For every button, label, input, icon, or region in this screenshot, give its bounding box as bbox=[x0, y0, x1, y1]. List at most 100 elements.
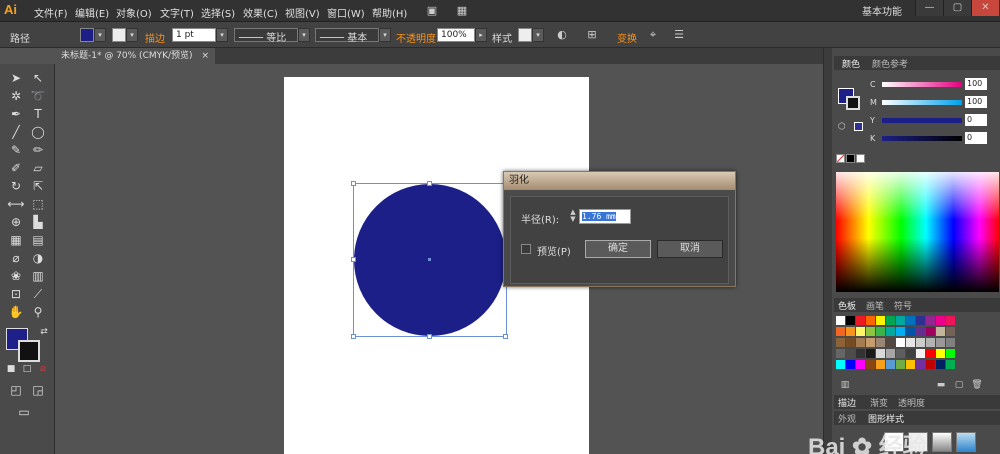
slider-k-value[interactable]: 0 bbox=[965, 132, 987, 144]
swatch-chip[interactable] bbox=[876, 327, 885, 336]
fill-dropdown[interactable]: ▾ bbox=[94, 28, 106, 42]
bridge-icon[interactable]: ▣ bbox=[425, 4, 439, 18]
swatch-chip[interactable] bbox=[946, 316, 955, 325]
swatch-chip[interactable] bbox=[946, 360, 955, 369]
color-panel-stroke[interactable] bbox=[846, 96, 860, 110]
white-color-chip[interactable] bbox=[856, 154, 865, 163]
swatch-chip[interactable] bbox=[886, 316, 895, 325]
swatch-chip[interactable] bbox=[916, 327, 925, 336]
selection-tool-icon[interactable]: ➤ bbox=[6, 68, 26, 88]
tab-color[interactable]: 颜色 bbox=[842, 57, 860, 70]
swatch-chip[interactable] bbox=[916, 349, 925, 358]
variable-width-profile[interactable]: ──── 等比 bbox=[234, 28, 298, 44]
menu-file[interactable]: 文件(F) bbox=[34, 5, 68, 20]
panel-collapse-strip[interactable] bbox=[824, 48, 832, 454]
panel-menu-icon[interactable]: ☰ bbox=[672, 28, 686, 42]
close-window-button[interactable]: ✕ bbox=[971, 0, 999, 16]
tab-stroke[interactable]: 描边 bbox=[838, 396, 856, 409]
swatch-chip[interactable] bbox=[936, 327, 945, 336]
new-swatch-icon[interactable]: ▢ bbox=[952, 378, 966, 392]
radius-input[interactable]: 1.76 mm bbox=[579, 209, 631, 224]
swatch-chip[interactable] bbox=[936, 338, 945, 347]
scale-tool-icon[interactable]: ⇱ bbox=[28, 176, 48, 196]
brush-definition[interactable]: ──── 基本 bbox=[315, 28, 379, 44]
line-tool-icon[interactable]: ╱ bbox=[6, 122, 26, 142]
menu-select[interactable]: 选择(S) bbox=[201, 5, 235, 20]
swatch-chip[interactable] bbox=[856, 327, 865, 336]
tab-swatches[interactable]: 色板 bbox=[838, 299, 856, 312]
swatch-chip[interactable] bbox=[906, 338, 915, 347]
out-of-gamut-icon[interactable]: ⬡ bbox=[838, 122, 848, 132]
swatch-chip[interactable] bbox=[846, 338, 855, 347]
swatch-chip[interactable] bbox=[936, 360, 945, 369]
swatch-chip[interactable] bbox=[876, 316, 885, 325]
swatch-library-icon[interactable]: ▥ bbox=[838, 378, 852, 392]
stroke-swatch[interactable] bbox=[112, 28, 126, 42]
none-mode-icon[interactable]: ⧄ bbox=[36, 362, 50, 376]
swatch-chip[interactable] bbox=[926, 327, 935, 336]
tab-gradient[interactable]: 渐变 bbox=[870, 396, 888, 409]
transform-label[interactable]: 变换 bbox=[617, 30, 637, 45]
radius-stepper[interactable]: ▲ ▼ bbox=[569, 209, 577, 224]
swatch-chip[interactable] bbox=[866, 360, 875, 369]
swatch-chip[interactable] bbox=[886, 349, 895, 358]
stroke-weight-field[interactable]: 1 pt bbox=[172, 28, 216, 42]
color-mode-icon[interactable]: ■ bbox=[4, 362, 18, 376]
recolor-artwork-icon[interactable]: ◐ bbox=[555, 28, 569, 42]
isolate-icon[interactable]: ⌖ bbox=[646, 28, 660, 42]
pen-tool-icon[interactable]: ✒ bbox=[6, 104, 26, 124]
magic-wand-tool-icon[interactable]: ✲ bbox=[6, 86, 26, 106]
menu-type[interactable]: 文字(T) bbox=[160, 5, 194, 20]
menu-view[interactable]: 视图(V) bbox=[285, 5, 320, 20]
swatch-chip[interactable] bbox=[896, 327, 905, 336]
swatch-chip[interactable] bbox=[926, 360, 935, 369]
opacity-label[interactable]: 不透明度 bbox=[396, 30, 436, 45]
slider-k-track[interactable] bbox=[882, 136, 962, 141]
menu-edit[interactable]: 编辑(E) bbox=[75, 5, 109, 20]
menu-help[interactable]: 帮助(H) bbox=[372, 5, 407, 20]
swatch-chip[interactable] bbox=[896, 338, 905, 347]
brush-dropdown[interactable]: ▾ bbox=[379, 28, 391, 42]
draw-mode-icon[interactable]: ◰ bbox=[6, 380, 26, 400]
cancel-button[interactable]: 取消 bbox=[657, 240, 723, 258]
opacity-dropdown[interactable]: ▸ bbox=[475, 28, 487, 42]
menu-effect[interactable]: 效果(C) bbox=[243, 5, 278, 20]
swatch-chip[interactable] bbox=[916, 360, 925, 369]
swatch-chip[interactable] bbox=[876, 349, 885, 358]
swatch-chip[interactable] bbox=[856, 360, 865, 369]
swatch-chip[interactable] bbox=[896, 316, 905, 325]
new-color-group-icon[interactable]: ▬ bbox=[934, 378, 948, 392]
stroke-label[interactable]: 描边 bbox=[145, 30, 165, 45]
shape-builder-tool-icon[interactable]: ⊕ bbox=[6, 212, 26, 232]
eyedropper-tool-icon[interactable]: ⌀ bbox=[6, 248, 26, 268]
stroke-weight-dropdown[interactable]: ▾ bbox=[216, 28, 228, 42]
tab-appearance[interactable]: 外观 bbox=[838, 412, 856, 425]
direct-selection-tool-icon[interactable]: ↖ bbox=[28, 68, 48, 88]
swatch-chip[interactable] bbox=[846, 349, 855, 358]
artboard-tool-icon[interactable]: ⊡ bbox=[6, 284, 26, 304]
swatch-chip[interactable] bbox=[936, 349, 945, 358]
black-color-chip[interactable] bbox=[846, 154, 855, 163]
slider-y[interactable]: Y 0 bbox=[860, 114, 1000, 126]
slider-k[interactable]: K 0 bbox=[860, 132, 1000, 144]
menu-window[interactable]: 窗口(W) bbox=[327, 5, 365, 20]
swatch-chip[interactable] bbox=[846, 316, 855, 325]
close-tab-icon[interactable]: × bbox=[201, 51, 209, 61]
document-tab[interactable]: 未标题-1* @ 70% (CMYK/预览) × bbox=[55, 48, 215, 64]
opacity-field[interactable]: 100% bbox=[437, 28, 475, 42]
swap-fill-stroke-icon[interactable]: ⇄ bbox=[34, 322, 54, 342]
slider-y-value[interactable]: 0 bbox=[965, 114, 987, 126]
slider-m-track[interactable] bbox=[882, 100, 962, 105]
swatch-chip[interactable] bbox=[836, 327, 845, 336]
lasso-tool-icon[interactable]: ➰ bbox=[28, 86, 48, 106]
maximize-button[interactable]: ▢ bbox=[943, 0, 971, 16]
fill-swatch[interactable] bbox=[80, 28, 94, 42]
swatch-chip[interactable] bbox=[846, 360, 855, 369]
hand-tool-icon[interactable]: ✋ bbox=[6, 302, 26, 322]
slider-c[interactable]: C 100 bbox=[860, 78, 1000, 90]
swatch-chip[interactable] bbox=[856, 349, 865, 358]
handle-left[interactable] bbox=[351, 257, 356, 262]
eraser-tool-icon[interactable]: ▱ bbox=[28, 158, 48, 178]
slider-c-value[interactable]: 100 bbox=[965, 78, 987, 90]
swatch-chip[interactable] bbox=[906, 327, 915, 336]
